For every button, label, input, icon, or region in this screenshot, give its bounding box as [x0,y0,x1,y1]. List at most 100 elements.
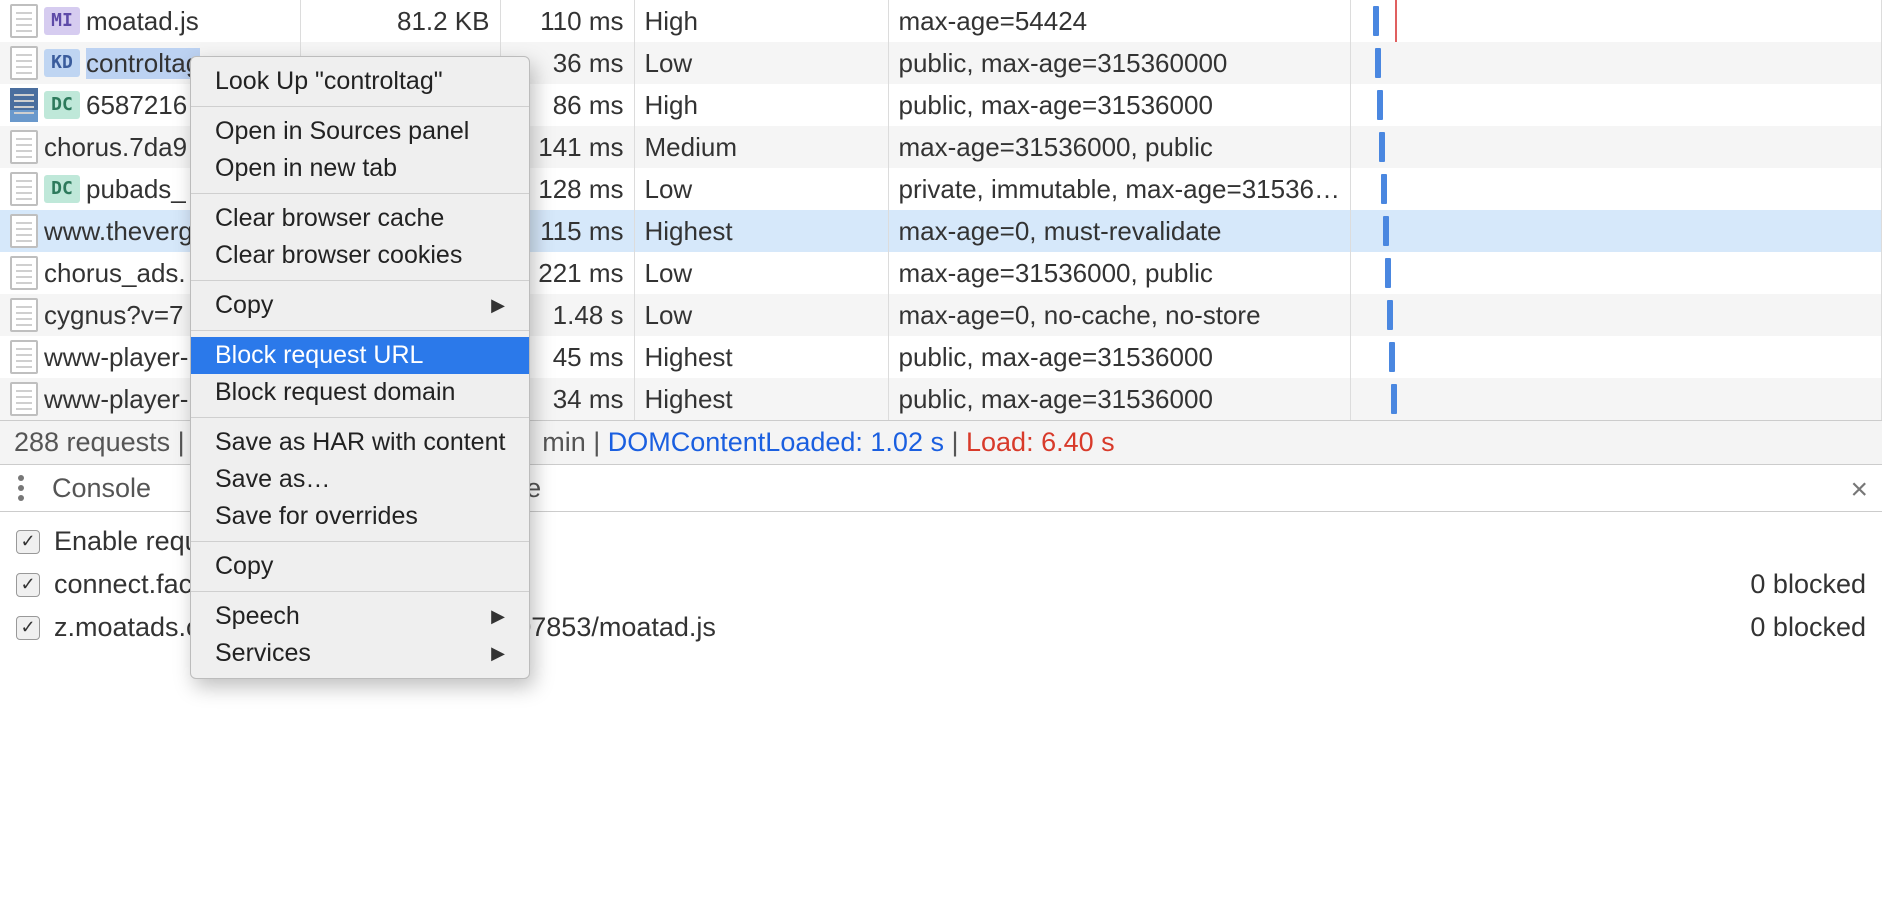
request-cache-control: max-age=31536000, public [888,126,1351,168]
ctx-open-sources[interactable]: Open in Sources panel [191,113,529,150]
status-dcl: DOMContentLoaded: 1.02 s [608,427,944,457]
request-name: www-player- [44,342,188,373]
tab-console[interactable]: Console [52,473,151,504]
request-name: www.theverg [44,216,193,247]
waterfall-bar [1391,384,1397,414]
pattern-blocked-count: 0 blocked [1750,612,1866,643]
initiator-badge: DC [44,175,80,203]
image-file-icon [10,88,38,122]
request-name: www-player- [44,384,188,415]
waterfall-cell [1351,378,1882,420]
script-file-icon [10,172,38,206]
request-cache-control: public, max-age=31536000 [888,336,1351,378]
waterfall-bar [1383,216,1389,246]
enable-blocking-label: Enable requ [54,526,200,557]
request-priority: Low [634,252,888,294]
request-cache-control: max-age=31536000, public [888,252,1351,294]
request-priority: Low [634,294,888,336]
request-name: chorus_ads. [44,258,186,289]
close-icon[interactable]: × [1850,473,1868,507]
waterfall-bar [1379,132,1385,162]
waterfall-bar [1385,258,1391,288]
script-file-icon [10,256,38,290]
ctx-save-overrides[interactable]: Save for overrides [191,498,529,535]
script-file-icon [10,46,38,80]
request-priority: Highest [634,210,888,252]
request-cache-control: max-age=0, must-revalidate [888,210,1351,252]
request-name: cygnus?v=7 [44,300,183,331]
request-priority: Low [634,42,888,84]
waterfall-bar [1375,48,1381,78]
script-file-icon [10,382,38,416]
kebab-menu-icon[interactable] [10,471,32,505]
waterfall-bar [1387,300,1393,330]
ctx-open-tab[interactable]: Open in new tab [191,150,529,187]
ctx-block-url[interactable]: Block request URL [191,337,529,374]
script-file-icon [10,340,38,374]
waterfall-cell [1351,126,1882,168]
script-file-icon [10,214,38,248]
initiator-badge: DC [44,91,80,119]
ctx-block-domain[interactable]: Block request domain [191,374,529,411]
pattern-url: connect.fac [54,569,192,600]
request-name: 6587216 [86,90,187,121]
script-file-icon [10,298,38,332]
script-file-icon [10,130,38,164]
table-row[interactable]: MImoatad.js 81.2 KB110 msHighmax-age=5442… [0,0,1882,42]
waterfall-cell [1351,336,1882,378]
request-cache-control: public, max-age=315360000 [888,42,1351,84]
ctx-services[interactable]: Services▶ [191,635,529,672]
pattern-checkbox[interactable] [16,616,40,640]
chevron-right-icon: ▶ [491,606,505,627]
ctx-save-as[interactable]: Save as… [191,461,529,498]
request-time: 110 ms [500,0,634,42]
request-name: controltag [86,48,200,79]
waterfall-cell [1351,84,1882,126]
request-cache-control: public, max-age=31536000 [888,84,1351,126]
waterfall-cell [1351,210,1882,252]
ctx-copy[interactable]: Copy▶ [191,287,529,324]
waterfall-cell [1351,0,1882,42]
waterfall-bar [1381,174,1387,204]
request-priority: High [634,0,888,42]
ctx-copy-2[interactable]: Copy [191,548,529,585]
chevron-right-icon: ▶ [491,295,505,316]
pattern-blocked-count: 0 blocked [1750,569,1866,600]
waterfall-cell [1351,42,1882,84]
status-rest-mid: min [542,427,586,457]
enable-blocking-checkbox[interactable] [16,530,40,554]
initiator-badge: KD [44,49,80,77]
request-priority: Medium [634,126,888,168]
request-priority: Highest [634,336,888,378]
request-cache-control: max-age=54424 [888,0,1351,42]
request-priority: Highest [634,378,888,420]
script-file-icon [10,4,38,38]
ctx-lookup[interactable]: Look Up "controltag" [191,63,529,100]
waterfall-cell [1351,168,1882,210]
ctx-clear-cookies[interactable]: Clear browser cookies [191,237,529,274]
ctx-save-har[interactable]: Save as HAR with content [191,424,529,461]
request-name: moatad.js [86,6,199,37]
waterfall-bar [1377,90,1383,120]
status-load: Load: 6.40 s [966,427,1115,457]
request-name: chorus.7da9 [44,132,187,163]
request-priority: High [634,84,888,126]
pattern-checkbox[interactable] [16,573,40,597]
chevron-right-icon: ▶ [491,643,505,664]
waterfall-cell [1351,252,1882,294]
request-cache-control: public, max-age=31536000 [888,378,1351,420]
request-name: pubads_ [86,174,186,205]
initiator-badge: MI [44,7,80,35]
ctx-speech[interactable]: Speech▶ [191,598,529,635]
waterfall-cell [1351,294,1882,336]
waterfall-bar [1389,342,1395,372]
request-priority: Low [634,168,888,210]
waterfall-bar [1373,6,1379,36]
request-size: 81.2 KB [300,0,500,42]
ctx-clear-cache[interactable]: Clear browser cache [191,200,529,237]
load-event-line [1395,0,1397,42]
request-cache-control: private, immutable, max-age=31536… [888,168,1351,210]
request-cache-control: max-age=0, no-cache, no-store [888,294,1351,336]
context-menu: Look Up "controltag" Open in Sources pan… [190,56,530,679]
status-requests: 288 requests [14,427,170,457]
